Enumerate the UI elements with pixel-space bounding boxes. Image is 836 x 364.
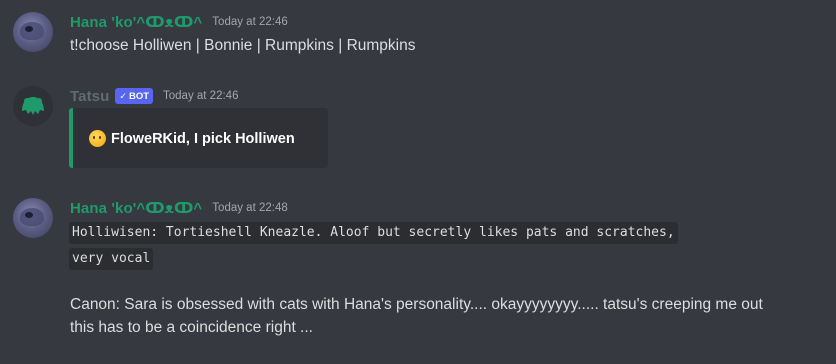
bot-badge-label: BOT xyxy=(128,90,150,102)
author-name[interactable]: Tatsu xyxy=(70,88,109,105)
message-header: Tatsu ✓ BOT Today at 22:46 xyxy=(70,86,238,106)
timestamp: Today at 22:48 xyxy=(212,202,288,214)
message-text: t!choose Holliwen | Bonnie | Rumpkins | … xyxy=(70,37,416,54)
thinking-face-emoji-icon xyxy=(89,130,106,147)
message-header: Hana 'ko'^ↀᴥↀ^ Today at 22:48 xyxy=(70,198,288,218)
message-header: Hana 'ko'^ↀᴥↀ^ Today at 22:46 xyxy=(70,12,288,32)
message-text: this has to be a coincidence right ... xyxy=(70,319,313,336)
author-name[interactable]: Hana 'ko'^ↀᴥↀ^ xyxy=(70,13,202,31)
message-text: Canon: Sara is obsessed with cats with H… xyxy=(70,296,763,313)
code-line: very vocal xyxy=(69,248,154,270)
message-3: Hana 'ko'^ↀᴥↀ^ Today at 22:48 Holliwisen… xyxy=(0,198,836,358)
message-2: Tatsu ✓ BOT Today at 22:46 FloweRKid, I … xyxy=(0,86,836,176)
tatsu-logo-icon xyxy=(13,86,53,126)
timestamp: Today at 22:46 xyxy=(163,90,239,102)
embed: FloweRKid, I pick Holliwen xyxy=(69,108,328,168)
author-name[interactable]: Hana 'ko'^ↀᴥↀ^ xyxy=(70,199,202,217)
avatar-hana[interactable] xyxy=(13,12,53,52)
avatar-tatsu[interactable] xyxy=(13,86,53,126)
message-1: Hana 'ko'^ↀᴥↀ^ Today at 22:46 t!choose H… xyxy=(0,12,836,60)
check-icon: ✓ xyxy=(119,90,127,101)
avatar-hana[interactable] xyxy=(13,198,53,238)
embed-text: FloweRKid, I pick Holliwen xyxy=(111,130,295,147)
timestamp: Today at 22:46 xyxy=(212,16,288,28)
embed-description: FloweRKid, I pick Holliwen xyxy=(89,130,295,147)
inline-code-block: Holliwisen: Tortieshell Kneazle. Aloof b… xyxy=(69,222,678,270)
code-line: Holliwisen: Tortieshell Kneazle. Aloof b… xyxy=(69,222,678,244)
bot-badge: ✓ BOT xyxy=(115,88,154,104)
